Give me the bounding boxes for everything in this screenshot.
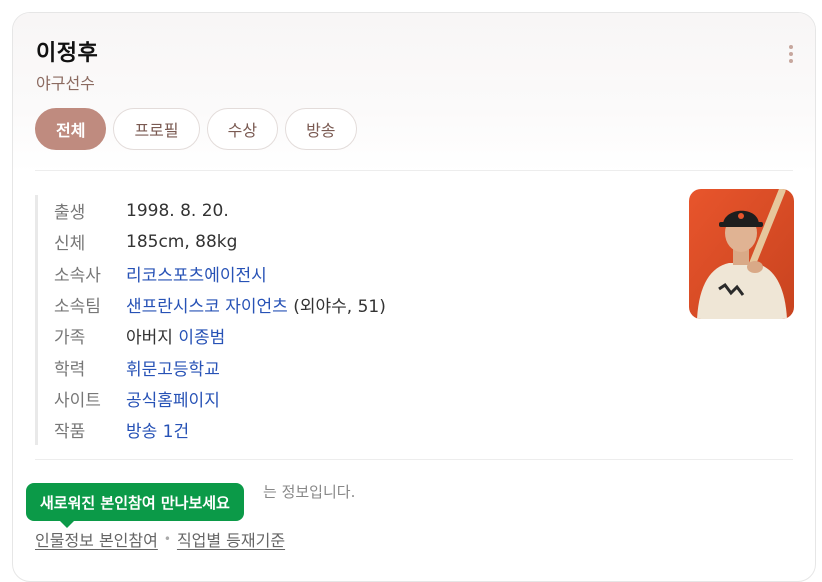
info-row-works: 작품 방송 1건 xyxy=(54,414,386,445)
more-vertical-icon[interactable] xyxy=(789,45,793,63)
info-label: 소속팀 xyxy=(54,297,101,318)
family-relation: 아버지 xyxy=(126,328,179,349)
info-label: 작품 xyxy=(54,422,86,443)
team-position: (외야수, 51) xyxy=(287,297,386,318)
profile-photo[interactable] xyxy=(689,189,794,319)
info-row-birth: 출생 1998. 8. 20. xyxy=(54,195,386,226)
person-name[interactable]: 이정후 xyxy=(36,35,98,67)
tab-bar: 전체 프로필 수상 방송 xyxy=(35,108,357,150)
info-label: 소속사 xyxy=(54,265,101,286)
separator-dot-icon: • xyxy=(163,532,171,546)
agency-link[interactable]: 리코스포츠에이전시 xyxy=(126,261,267,286)
info-label: 사이트 xyxy=(54,390,101,411)
info-row-body: 신체 185cm, 88kg xyxy=(54,226,386,257)
notice-text: 는 정보입니다. xyxy=(263,483,356,501)
site-link[interactable]: 공식홈페이지 xyxy=(126,386,220,411)
tab-profile[interactable]: 프로필 xyxy=(113,108,200,150)
info-row-site: 사이트 공식홈페이지 xyxy=(54,383,386,414)
participation-link[interactable]: 인물정보 본인참여 xyxy=(35,527,158,551)
info-list: 출생 1998. 8. 20. 신체 185cm, 88kg 소속사 리코스포츠… xyxy=(35,195,386,446)
person-occupation: 야구선수 xyxy=(36,74,95,93)
education-link[interactable]: 휘문고등학교 xyxy=(126,355,220,380)
tab-broadcast[interactable]: 방송 xyxy=(285,108,357,150)
info-row-team: 소속팀 샌프란시스코 자이언츠 (외야수, 51) xyxy=(54,289,386,320)
family-link[interactable]: 이종범 xyxy=(178,323,225,348)
tab-awards[interactable]: 수상 xyxy=(206,108,279,150)
info-label: 가족 xyxy=(54,328,86,349)
info-row-agency: 소속사 리코스포츠에이전시 xyxy=(54,258,386,289)
team-link[interactable]: 샌프란시스코 자이언츠 xyxy=(126,292,288,317)
footer-links: 인물정보 본인참여 • 직업별 등재기준 xyxy=(35,527,285,551)
divider xyxy=(35,459,793,460)
profile-card: 이정후 야구선수 전체 프로필 수상 방송 출생 1998. 8. 20. 신체… xyxy=(12,12,816,582)
info-label: 출생 xyxy=(54,203,86,224)
info-row-education: 학력 휘문고등학교 xyxy=(54,351,386,382)
info-value: 185cm, 88kg xyxy=(126,231,238,252)
participation-tooltip[interactable]: 새로워진 본인참여 만나보세요 xyxy=(26,483,244,528)
tab-all[interactable]: 전체 xyxy=(35,108,107,150)
criteria-link[interactable]: 직업별 등재기준 xyxy=(177,527,285,551)
info-row-family: 가족 아버지 이종범 xyxy=(54,320,386,351)
info-label: 신체 xyxy=(54,234,86,255)
info-value: 1998. 8. 20. xyxy=(126,200,229,221)
info-label: 학력 xyxy=(54,359,86,380)
divider xyxy=(35,170,793,171)
works-link[interactable]: 방송 1건 xyxy=(126,417,189,442)
